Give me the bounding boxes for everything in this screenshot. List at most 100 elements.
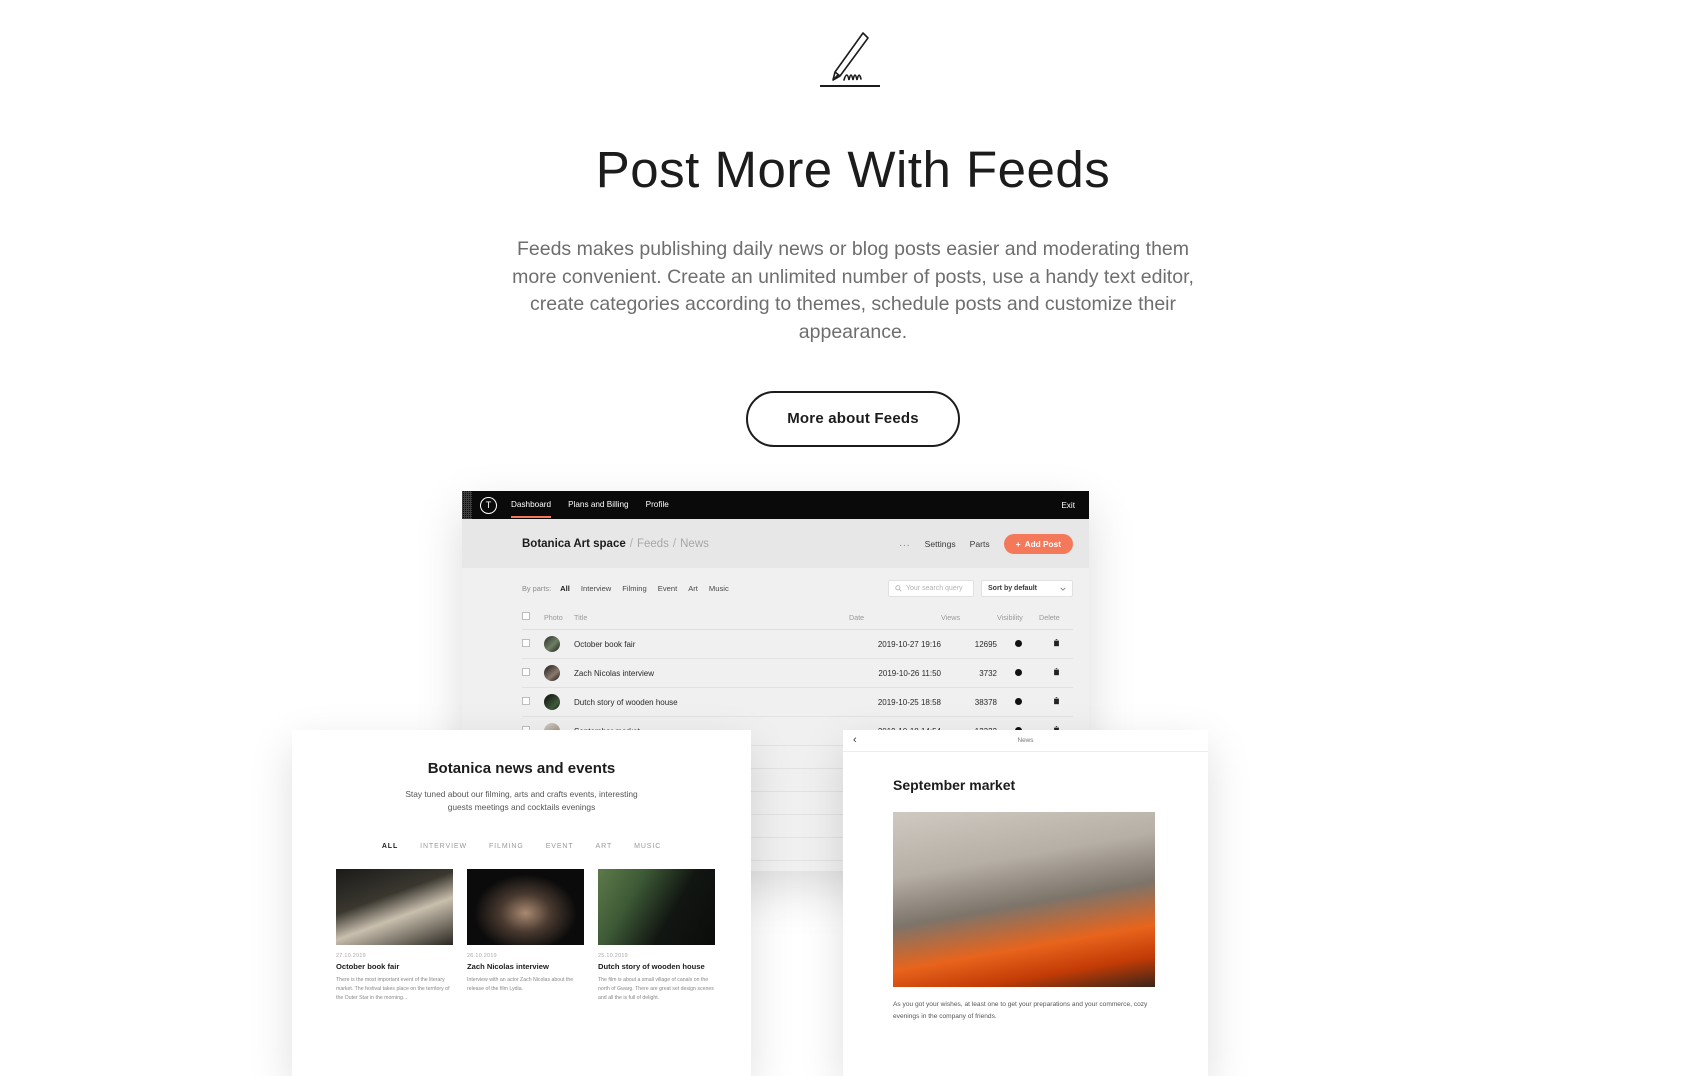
more-about-feeds-button[interactable]: More about Feeds xyxy=(746,390,960,447)
visibility-icon xyxy=(1014,639,1022,647)
breadcrumb-separator-1: / xyxy=(629,537,633,550)
news-item-title[interactable]: October book fair xyxy=(336,962,453,971)
table-row[interactable]: Dutch story of wooden house 2019-10-25 1… xyxy=(522,687,1073,717)
news-item-text: The film is about a small village of can… xyxy=(598,976,714,1001)
news-card-subtitle: Stay tuned about our filming, arts and c… xyxy=(405,789,638,813)
news-item-title[interactable]: Zach Nicolas interview xyxy=(467,962,584,971)
row-date: 2019-10-27 19:16 xyxy=(849,629,941,659)
avatar xyxy=(544,665,560,681)
chevron-down-icon xyxy=(1060,587,1066,591)
more-options-icon[interactable]: ... xyxy=(899,538,910,549)
row-checkbox[interactable] xyxy=(522,697,530,705)
th-views: Views xyxy=(941,605,997,630)
table-row[interactable]: October book fair 2019-10-27 19:16 12695 xyxy=(522,629,1073,659)
filter-chip-interview[interactable]: Interview xyxy=(581,584,611,593)
filter-chip-art[interactable]: Art xyxy=(688,584,698,593)
row-title[interactable]: Zach Nicolas interview xyxy=(574,658,849,688)
row-date: 2019-10-25 18:58 xyxy=(849,687,941,717)
row-views: 3732 xyxy=(941,658,997,688)
row-visibility-toggle[interactable] xyxy=(997,629,1039,659)
trash-icon xyxy=(1053,668,1059,676)
nav-link-plans-and-billing[interactable]: Plans and Billing xyxy=(568,500,629,510)
sort-label: Sort by default xyxy=(988,585,1038,592)
news-thumbnail xyxy=(336,868,453,945)
filter-bar-controls: Your search query Sort by default xyxy=(888,580,1073,597)
hero-description: Feeds makes publishing daily news or blo… xyxy=(512,238,1194,344)
news-item-title[interactable]: Dutch story of wooden house xyxy=(598,962,715,971)
add-post-button[interactable]: + Add Post xyxy=(1003,533,1073,554)
row-checkbox-cell[interactable] xyxy=(522,687,544,717)
filter-chip-all[interactable]: All xyxy=(560,584,570,593)
news-item-text: Interview with an actor Zach Nicolas abo… xyxy=(467,976,574,992)
mobile-article-photo xyxy=(893,812,1155,987)
news-tab-art[interactable]: ART xyxy=(596,843,613,850)
th-select-all[interactable] xyxy=(522,605,544,630)
row-delete-button[interactable] xyxy=(1039,658,1073,688)
news-item-date: 27.10.2019 xyxy=(336,952,366,959)
filter-chip-music[interactable]: Music xyxy=(709,584,729,593)
row-delete-button[interactable] xyxy=(1039,629,1073,659)
search-placeholder: Your search query xyxy=(906,585,963,592)
row-views: 38378 xyxy=(941,687,997,717)
avatar xyxy=(544,694,560,710)
search-input[interactable]: Your search query xyxy=(888,580,974,597)
row-visibility-toggle[interactable] xyxy=(997,658,1039,688)
th-delete: Delete xyxy=(1039,605,1073,630)
news-tab-all[interactable]: ALL xyxy=(382,843,398,850)
table-row[interactable]: Zach Nicolas interview 2019-10-26 11:50 … xyxy=(522,658,1073,688)
news-item-date: 26.10.2019 xyxy=(467,952,497,959)
settings-link[interactable]: Settings xyxy=(925,539,956,549)
row-checkbox-cell[interactable] xyxy=(522,629,544,659)
table-header-row: Photo Title Date Views Visibility Delete xyxy=(522,605,1073,630)
row-checkbox[interactable] xyxy=(522,668,530,676)
news-item-text: There is the most important event of the… xyxy=(336,976,450,1001)
trash-icon xyxy=(1053,697,1059,705)
mobile-article-title: September market xyxy=(893,777,1016,793)
news-item-grid: 27.10.2019 October book fair There is th… xyxy=(292,850,751,1003)
news-preview-card: Botanica news and events Stay tuned abou… xyxy=(292,730,751,1076)
breadcrumb-feeds[interactable]: Feeds xyxy=(637,538,669,550)
trash-icon xyxy=(1053,639,1059,647)
row-title[interactable]: October book fair xyxy=(574,629,849,659)
window-grip-icon xyxy=(462,491,472,519)
filter-chip-event[interactable]: Event xyxy=(658,584,677,593)
search-icon xyxy=(895,585,902,592)
plus-icon: + xyxy=(1015,538,1021,549)
nav-link-dashboard[interactable]: Dashboard xyxy=(511,500,552,518)
sort-select[interactable]: Sort by default xyxy=(981,580,1073,597)
nav-link-profile[interactable]: Profile xyxy=(646,500,669,510)
news-card-title: Botanica news and events xyxy=(427,760,616,777)
parts-link[interactable]: Parts xyxy=(970,539,990,549)
row-checkbox-cell[interactable] xyxy=(522,658,544,688)
news-tab-filming[interactable]: FILMING xyxy=(489,843,524,850)
th-date: Date xyxy=(849,605,941,630)
list-item[interactable]: 26.10.2019 Zach Nicolas interview Interv… xyxy=(467,868,584,1003)
news-tab-interview[interactable]: INTERVIEW xyxy=(420,843,467,850)
news-tab-event[interactable]: EVENT xyxy=(546,843,574,850)
row-visibility-toggle[interactable] xyxy=(997,687,1039,717)
row-delete-button[interactable] xyxy=(1039,687,1073,717)
news-thumbnail xyxy=(467,868,584,945)
add-post-label: Add Post xyxy=(1024,538,1061,549)
list-item[interactable]: 27.10.2019 October book fair There is th… xyxy=(336,868,453,1003)
row-photo-cell xyxy=(544,629,574,659)
select-all-checkbox[interactable] xyxy=(522,612,530,620)
row-photo-cell xyxy=(544,658,574,688)
avatar xyxy=(544,636,560,652)
mobile-topbar-title: News xyxy=(1017,737,1034,744)
filter-label: By parts: xyxy=(522,584,552,593)
row-title[interactable]: Dutch story of wooden house xyxy=(574,687,849,717)
exit-link[interactable]: Exit xyxy=(1061,501,1075,510)
news-thumbnail xyxy=(598,868,715,945)
breadcrumb-workspace[interactable]: Botanica Art space xyxy=(522,538,626,550)
row-views: 12695 xyxy=(941,629,997,659)
row-checkbox[interactable] xyxy=(522,639,530,647)
news-tab-music[interactable]: MUSIC xyxy=(634,843,661,850)
brand-logo[interactable]: T xyxy=(480,496,497,514)
mobile-preview-card: ‹ News September market As you got your … xyxy=(843,730,1208,1076)
list-item[interactable]: 25.10.2019 Dutch story of wooden house T… xyxy=(598,868,715,1003)
page-title: Post More With Feeds xyxy=(595,141,1111,198)
th-photo: Photo xyxy=(544,605,574,630)
breadcrumb-news[interactable]: News xyxy=(680,538,709,550)
filter-chip-filming[interactable]: Filming xyxy=(622,584,646,593)
